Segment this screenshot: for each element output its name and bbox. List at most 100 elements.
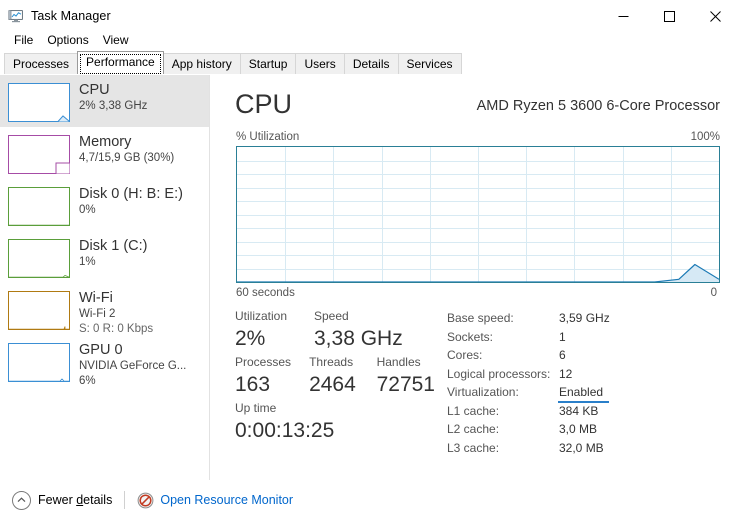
graph-y-axis-max: 100% [690,131,720,143]
detail-key: Base speed: [447,311,514,325]
sidebar-item-sub1: NVIDIA GeForce G... [79,360,187,372]
detail-value: 6 [559,348,566,362]
graph-x-axis-end: 0 [710,287,717,299]
tab-label: Details [352,57,390,71]
status-bar: Fewer details Open Resource Monitor [0,480,738,520]
detail-key: Virtualization: [447,385,519,399]
task-manager-icon [8,8,24,24]
detail-key: L1 cache: [447,403,500,418]
tab-users[interactable]: Users [295,53,345,74]
stat-utilization: Utilization 2% [235,307,314,353]
stat-value: 2% [235,327,266,350]
stat-value: 2464 [309,373,356,396]
stat-label: Utilization [235,309,288,323]
processor-name: AMD Ryzen 5 3600 6-Core Processor [476,98,720,114]
sidebar-item-sub1: 4,7/15,9 GB (30%) [79,152,175,164]
sidebar-item-disk1[interactable]: Disk 1 (C:) 1% [0,231,209,283]
graph-x-axis-start: 60 seconds [236,287,295,299]
stat-label: Up time [235,401,277,415]
sidebar-item-title: Disk 0 (H: B: E:) [79,186,183,202]
stat-value: 163 [235,373,271,396]
sidebar-item-sub1: 2% 3,38 GHz [79,100,148,112]
detail-value: 1 [559,329,566,344]
sidebar-item-title: Wi-Fi [79,290,113,306]
task-manager-window: Task Manager File Options View Processes… [0,0,738,520]
menu-item-file[interactable]: File [7,31,40,49]
tab-label: Performance [86,55,155,69]
page-title: CPU [235,89,293,119]
detail-row-l1-cache: L1 cache: 384 KB [447,402,737,421]
sidebar-item-texts: Wi-Fi Wi-Fi 2 S: 0 R: 0 Kbps [79,289,153,337]
tab-app-history[interactable]: App history [162,53,241,74]
sidebar-item-wifi[interactable]: Wi-Fi Wi-Fi 2 S: 0 R: 0 Kbps [0,283,209,335]
stat-label: Processes [235,355,292,369]
maximize-button[interactable] [646,0,692,32]
detail-value: 12 [559,366,573,381]
cpu-utilization-chart [237,147,719,282]
tab-startup[interactable]: Startup [239,53,297,74]
stat-value: 72751 [376,373,435,396]
tab-strip: Processes Performance App history Startu… [0,51,738,74]
sidebar-item-title: Memory [79,134,132,150]
stats-row-1: Utilization 2% Speed 3,38 GHz [235,307,435,353]
stat-speed: Speed 3,38 GHz [314,307,403,353]
detail-row-logical-processors: Logical processors: 12 [447,365,737,384]
detail-key: Logical processors: [447,366,551,381]
sidebar-item-texts: Memory 4,7/15,9 GB (30%) [79,133,174,166]
stats-row-3: Up time 0:00:13:25 [235,399,435,445]
detail-row-base-speed: Base speed: 3,59 GHz [447,309,737,328]
detail-key: L3 cache: [447,440,500,455]
cpu-utilization-graph [236,146,720,283]
cpu-detail-panel: CPU AMD Ryzen 5 3600 6-Core Processor % … [211,75,738,480]
fewer-details-button[interactable]: Fewer details [12,490,112,510]
open-resource-monitor-link[interactable]: Open Resource Monitor [137,492,293,509]
sidebar-item-sub2: 6% [79,375,96,387]
stat-uptime: Up time 0:00:13:25 [235,399,334,445]
resource-monitor-icon [137,492,154,509]
sidebar-item-title: CPU [79,82,110,98]
detail-key: Cores: [447,348,483,362]
detail-row-l2-cache: L2 cache: 3,0 MB [447,420,737,439]
tab-services[interactable]: Services [397,53,462,74]
detail-row-sockets: Sockets: 1 [447,328,737,347]
detail-value: 3,59 GHz [559,311,610,325]
stat-label: Speed [314,309,349,323]
sidebar-item-disk0[interactable]: Disk 0 (H: B: E:) 0% [0,179,209,231]
tab-label: Startup [248,57,288,71]
menu-item-options[interactable]: Options [40,31,95,49]
graph-y-axis-label: % Utilization [236,131,300,143]
sidebar-item-sub1: 0% [79,204,96,216]
window-title: Task Manager [31,9,111,23]
stat-processes: Processes 163 [235,353,309,399]
gpu0-mini-graph [8,343,70,382]
disk0-mini-graph [8,187,70,226]
memory-mini-graph [8,135,70,174]
menu-item-view[interactable]: View [96,31,136,49]
sidebar-item-sub1: Wi-Fi 2 [79,308,116,320]
close-button[interactable] [692,0,738,32]
sidebar-item-gpu0[interactable]: GPU 0 NVIDIA GeForce G... 6% [0,335,209,387]
tab-performance[interactable]: Performance [77,51,164,74]
sidebar-item-memory[interactable]: Memory 4,7/15,9 GB (30%) [0,127,209,179]
wifi-mini-graph [8,291,70,330]
cpu-details-list: Base speed: 3,59 GHz Sockets: 1 Cores: 6… [447,309,737,457]
footer-divider [124,491,126,509]
cpu-mini-graph [8,83,70,122]
tab-label: Processes [13,57,70,71]
sidebar-item-texts: Disk 1 (C:) 1% [79,237,147,270]
resource-monitor-label: Open Resource Monitor [160,493,294,507]
sidebar-item-texts: CPU 2% 3,38 GHz [79,81,147,114]
tab-processes[interactable]: Processes [4,53,79,74]
minimize-button[interactable] [600,0,646,32]
detail-key: L2 cache: [447,422,500,436]
detail-value: 32,0 MB [559,440,604,455]
tab-label: App history [171,57,232,71]
content-area: CPU 2% 3,38 GHz Memory 4,7/15,9 GB (30%) [0,75,738,480]
detail-row-virtualization: Virtualization: Enabled [447,383,737,402]
detail-key: Sockets: [447,329,494,344]
sidebar-item-texts: Disk 0 (H: B: E:) 0% [79,185,183,218]
window-controls [600,0,738,32]
tab-details[interactable]: Details [343,53,399,74]
sidebar-item-cpu[interactable]: CPU 2% 3,38 GHz [0,75,209,127]
title-bar: Task Manager [0,0,738,32]
